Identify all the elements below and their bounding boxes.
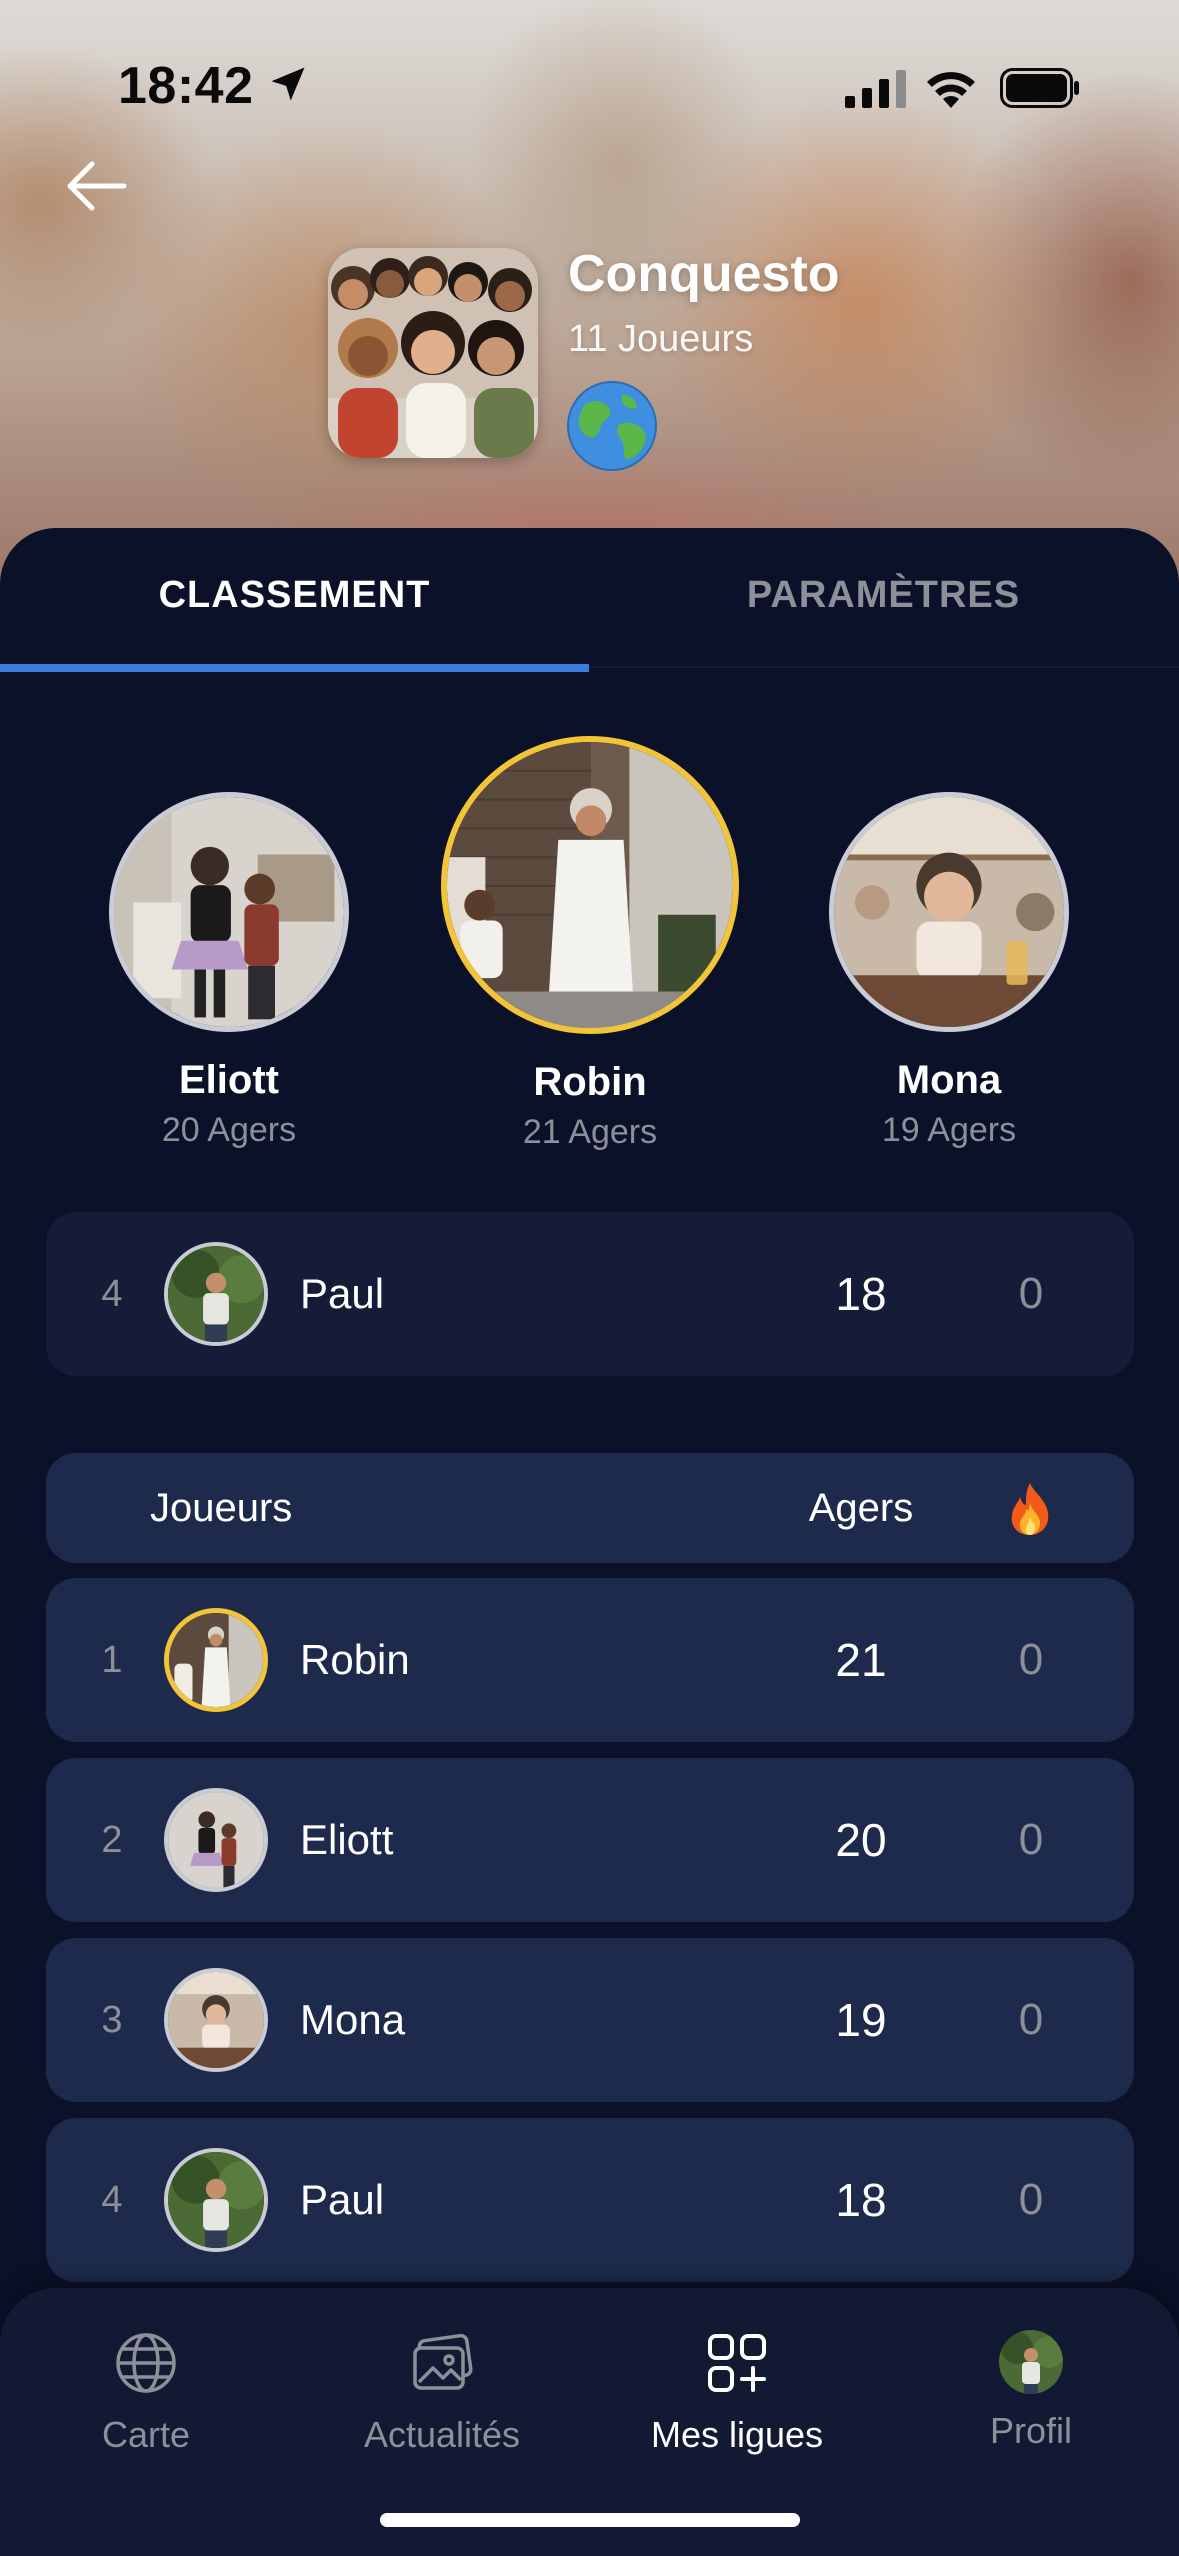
wifi-icon [927, 72, 975, 108]
cellular-signal-icon [845, 70, 906, 108]
nav-actualites[interactable]: Actualités [312, 2328, 572, 2456]
player-name: Paul [300, 2176, 385, 2223]
podium-second[interactable]: Eliott 20 Agers [108, 792, 350, 1150]
avatar [164, 1788, 268, 1892]
nav-mes-ligues[interactable]: Mes ligues [607, 2328, 867, 2456]
status-time: 18:42 [118, 57, 254, 115]
leaderboard-panel: CLASSEMENT PARAMÈTRES Eliott 20 Agers Ro… [0, 528, 1179, 2556]
agers-value: 18 [835, 1268, 887, 1320]
robin-photo [169, 1613, 263, 1707]
table-row[interactable]: 4 Paul 18 0 [46, 2118, 1134, 2282]
agers-value: 19 [835, 1994, 887, 2046]
podium-name: Robin [533, 1060, 647, 1104]
avatar [164, 2148, 268, 2252]
paul-photo [168, 2152, 264, 2248]
avatar [999, 2330, 1063, 2394]
streak-value: 0 [1018, 1635, 1044, 1684]
nav-label: Actualités [363, 2414, 521, 2455]
robin-photo [447, 742, 733, 1028]
league-photo [328, 248, 538, 458]
podium-score: 21 Agers [522, 1113, 658, 1151]
podium-score: 20 Agers [161, 1111, 297, 1149]
tab-bar: CLASSEMENT PARAMÈTRES [0, 528, 1179, 678]
grid-plus-icon [708, 2334, 766, 2392]
avatar [164, 1608, 268, 1712]
streak-value: 0 [1018, 2175, 1044, 2224]
player-name: Mona [300, 1996, 406, 2043]
agers-value: 18 [835, 2174, 887, 2226]
rank-number: 4 [101, 2179, 123, 2221]
league-players-count: 11 Joueurs [568, 318, 754, 360]
league-title: Conquesto [568, 245, 840, 303]
podium-name: Mona [896, 1058, 1002, 1102]
mona-photo [834, 797, 1064, 1027]
avatar [441, 736, 739, 1034]
tab-classement[interactable]: CLASSEMENT [0, 574, 589, 617]
globe-icon [116, 2333, 176, 2393]
globe-emoji-icon [567, 381, 657, 471]
images-icon [413, 2333, 473, 2390]
back-arrow-icon[interactable] [62, 158, 132, 214]
active-tab-indicator [0, 664, 589, 672]
rank-number: 2 [101, 1819, 123, 1861]
rank-number: 1 [101, 1639, 123, 1681]
rank-number: 4 [101, 1273, 123, 1315]
avatar [829, 792, 1069, 1032]
nav-label: Carte [101, 2414, 191, 2455]
tab-parametres[interactable]: PARAMÈTRES [589, 574, 1178, 617]
avatar [164, 1968, 268, 2072]
streak-value: 0 [1018, 1815, 1044, 1864]
fire-icon [1011, 1483, 1049, 1535]
eliott-photo [168, 1792, 264, 1888]
column-players: Joueurs [150, 1486, 293, 1530]
player-name: Robin [300, 1636, 410, 1683]
avatar [109, 792, 349, 1032]
status-bar: 18:42 [0, 0, 1179, 170]
table-header: Joueurs Agers [46, 1453, 1134, 1563]
nav-carte[interactable]: Carte [16, 2328, 276, 2456]
location-arrow-icon [271, 67, 305, 101]
streak-value: 0 [1018, 1269, 1044, 1318]
battery-icon [1000, 68, 1079, 108]
table-row[interactable]: 1 Robin 21 0 [46, 1578, 1134, 1742]
mona-photo [168, 1972, 264, 2068]
player-name: Eliott [300, 1816, 394, 1863]
agers-value: 20 [835, 1814, 887, 1866]
nav-profil[interactable]: Profil [901, 2328, 1161, 2452]
rank-number: 3 [101, 1999, 123, 2041]
nav-label: Mes ligues [650, 2414, 824, 2455]
paul-photo [168, 1246, 264, 1342]
table-row[interactable]: 2 Eliott 20 0 [46, 1758, 1134, 1922]
nav-label: Profil [989, 2410, 1073, 2451]
podium-third[interactable]: Mona 19 Agers [828, 792, 1070, 1150]
eliott-photo [114, 797, 344, 1027]
profile-photo [999, 2330, 1063, 2394]
agers-value: 21 [835, 1634, 887, 1686]
table-row[interactable]: 3 Mona 19 0 [46, 1938, 1134, 2102]
avatar [164, 1242, 268, 1346]
group-selfie-image [328, 248, 538, 458]
podium-score: 19 Agers [881, 1111, 1017, 1149]
podium-first[interactable]: Robin 21 Agers [440, 736, 740, 1152]
my-rank-card[interactable]: 4 Paul 18 0 [46, 1212, 1134, 1376]
player-name: Paul [300, 1270, 385, 1317]
column-agers: Agers [808, 1486, 914, 1530]
streak-value: 0 [1018, 1995, 1044, 2044]
home-indicator [380, 2513, 800, 2527]
podium-name: Eliott [179, 1058, 279, 1102]
